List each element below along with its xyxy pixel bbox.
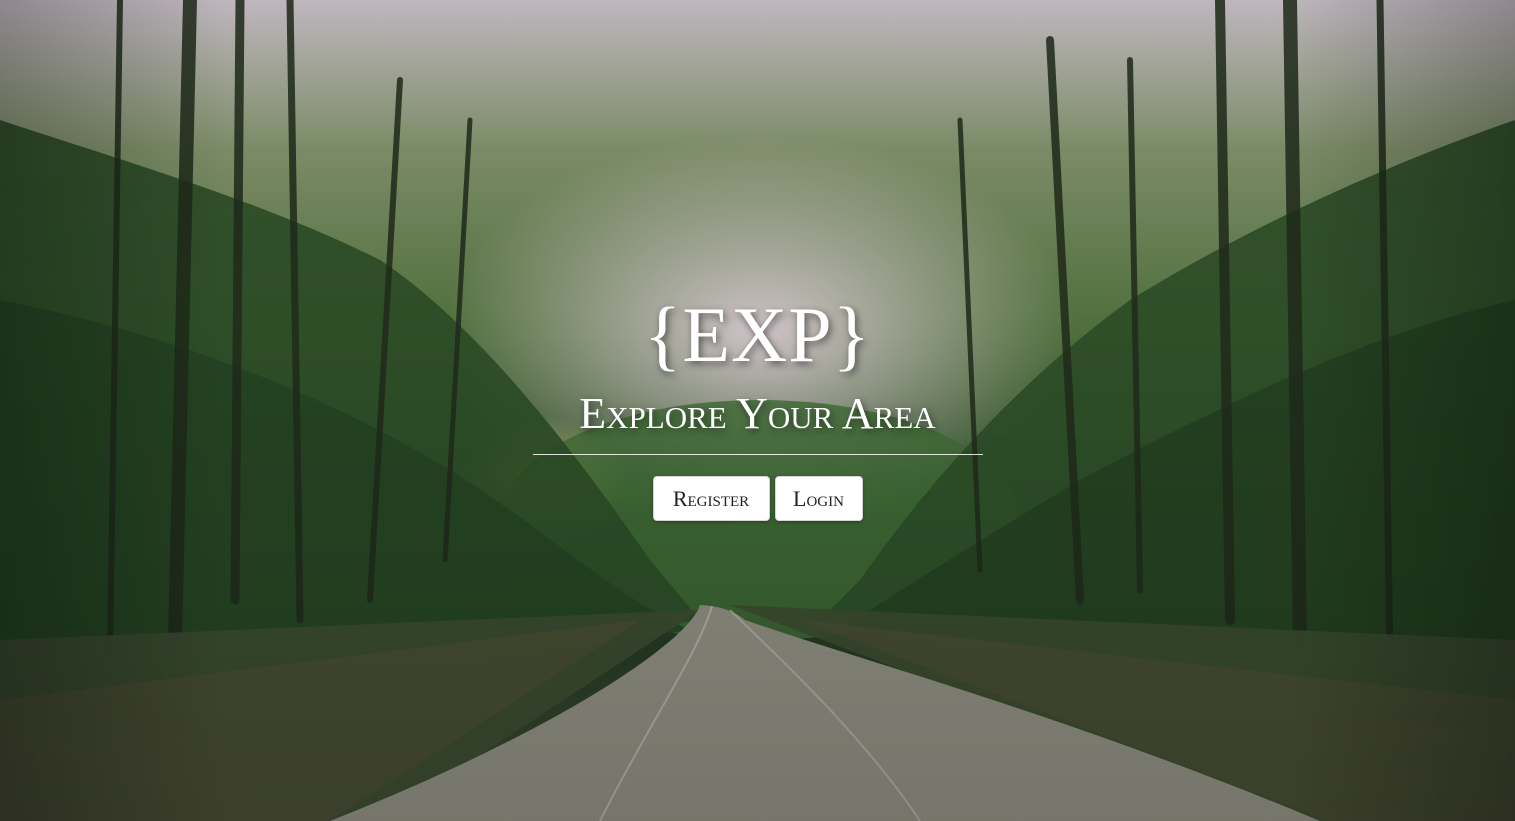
login-button[interactable]: Login (774, 476, 863, 521)
hero-section: {EXP} Explore Your Area Register Login (0, 290, 1515, 521)
register-button[interactable]: Register (652, 476, 770, 521)
auth-buttons: Register Login (0, 476, 1515, 521)
tagline: Explore Your Area (579, 389, 936, 438)
site-logo: {EXP} (643, 291, 872, 378)
divider (532, 454, 983, 455)
